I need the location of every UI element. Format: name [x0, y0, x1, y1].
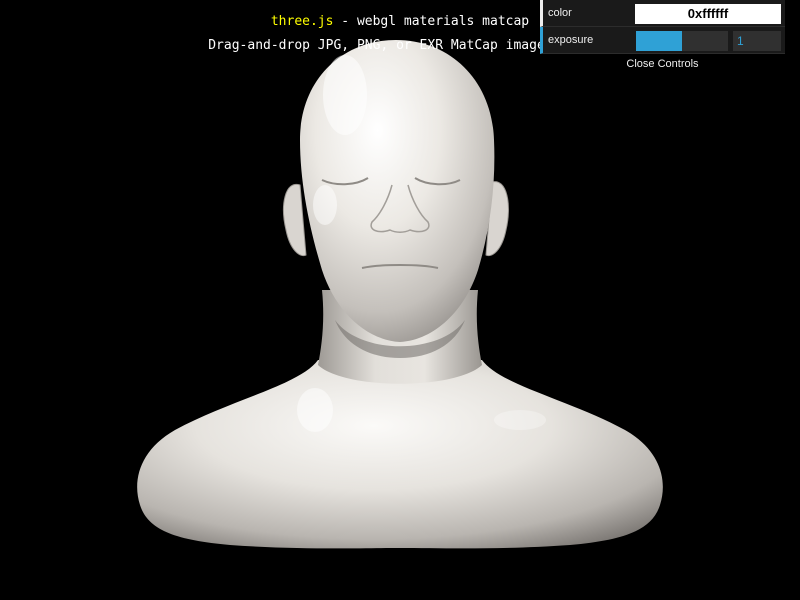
render-canvas[interactable]: [0, 0, 800, 600]
exposure-label: exposure: [548, 34, 594, 46]
exposure-control: exposure 1: [540, 27, 785, 54]
exposure-slider-fill: [636, 31, 682, 51]
color-label: color: [548, 7, 572, 19]
close-controls-button[interactable]: Close Controls: [540, 54, 785, 74]
threejs-link[interactable]: three.js: [271, 14, 334, 29]
bust-shoulders: [137, 360, 663, 549]
color-picker-input[interactable]: 0xffffff: [635, 4, 781, 24]
webgl-viewport[interactable]: three.js - webgl materials matcap Drag-a…: [0, 0, 800, 600]
shoulder-highlight-right: [494, 410, 546, 430]
cheek-highlight: [313, 185, 337, 225]
exposure-input[interactable]: 1: [733, 31, 781, 51]
shoulder-highlight: [297, 388, 333, 432]
left-ear: [283, 183, 307, 257]
color-control: color 0xffffff: [540, 0, 785, 27]
forehead-highlight: [323, 55, 367, 135]
exposure-slider[interactable]: [636, 31, 728, 51]
controls-panel: color 0xffffff exposure 1 Close Controls: [540, 0, 785, 74]
